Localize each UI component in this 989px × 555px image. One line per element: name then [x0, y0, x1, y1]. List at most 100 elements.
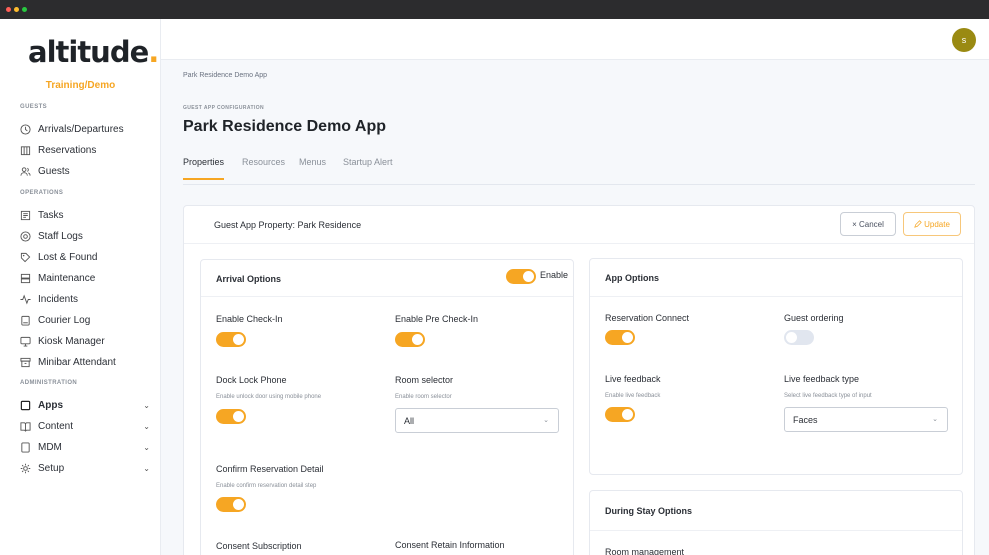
- sidebar-item-lost-found[interactable]: Lost & Found: [20, 248, 150, 266]
- divider: [590, 296, 962, 297]
- building-icon: [20, 145, 31, 155]
- guest-ordering-label: Guest ordering: [784, 313, 844, 323]
- room-selector-label: Room selector: [395, 375, 454, 385]
- sidebar-item-reservations[interactable]: Reservations: [20, 141, 150, 159]
- book-icon: [20, 421, 31, 432]
- sidebar-item-label: Apps: [38, 399, 63, 411]
- arrival-enable-toggle[interactable]: [506, 269, 536, 284]
- dock-lock-help: Enable unlock door using mobile phone: [216, 394, 322, 400]
- chevron-down-icon[interactable]: ⌄: [143, 443, 150, 452]
- room-selector-value: All: [404, 415, 415, 426]
- pre-check-in-toggle[interactable]: [395, 332, 425, 347]
- room-management-label: Room management: [605, 547, 685, 555]
- server-icon: [20, 273, 31, 283]
- clipboard-icon: [21, 315, 30, 326]
- archive-icon: [20, 357, 31, 367]
- sidebar-item-arrivals-departures[interactable]: Arrivals/Departures: [20, 120, 150, 138]
- sidebar-item-label: Kiosk Manager: [38, 335, 105, 347]
- live-feedback-toggle[interactable]: [605, 407, 635, 422]
- live-feedback-help: Enable live feedback: [605, 393, 661, 399]
- room-selector-help: Enable room selector: [395, 394, 452, 400]
- chevron-down-icon[interactable]: ⌄: [143, 464, 150, 473]
- panel-title: App Options: [605, 273, 659, 283]
- sidebar-item-guests[interactable]: Guests: [20, 162, 150, 180]
- sidebar-item-maintenance[interactable]: Maintenance: [20, 269, 150, 287]
- dock-lock-toggle[interactable]: [216, 409, 246, 424]
- pencil-icon: [914, 220, 922, 228]
- users-icon: [20, 166, 31, 176]
- logo-dot: .: [148, 35, 159, 69]
- chevron-down-icon[interactable]: ⌄: [143, 422, 150, 431]
- sidebar: altitude. Training/Demo GUESTS Arrivals/…: [0, 19, 161, 555]
- sidebar-item-label: Reservations: [38, 144, 97, 156]
- divider: [184, 243, 974, 244]
- sidebar-item-label: Arrivals/Departures: [38, 123, 124, 135]
- section-guests: GUESTS: [20, 104, 48, 110]
- window-titlebar: [0, 0, 989, 19]
- maximize-window-icon[interactable]: [22, 7, 27, 12]
- feedback-type-value: Faces: [793, 414, 818, 425]
- chevron-down-icon[interactable]: ⌄: [143, 401, 150, 410]
- dock-lock-label: Dock Lock Phone: [216, 375, 287, 385]
- sidebar-item-setup[interactable]: Setup ⌄: [20, 459, 150, 477]
- tab-properties[interactable]: Properties: [183, 157, 225, 180]
- sidebar-item-staff-logs[interactable]: Staff Logs: [20, 227, 150, 245]
- update-label: Update: [924, 219, 950, 229]
- panel-title: During Stay Options: [605, 506, 693, 516]
- sidebar-item-apps[interactable]: Apps ⌄: [20, 396, 150, 414]
- sidebar-item-label: Lost & Found: [38, 251, 98, 263]
- sidebar-item-label: Minibar Attendant: [38, 356, 116, 368]
- tag-icon: [20, 252, 31, 262]
- sidebar-item-mdm[interactable]: MDM ⌄: [20, 438, 150, 456]
- minimize-window-icon[interactable]: [14, 7, 19, 12]
- sidebar-item-content[interactable]: Content ⌄: [20, 417, 150, 435]
- sidebar-item-incidents[interactable]: Incidents: [20, 290, 150, 308]
- sidebar-item-minibar-attendant[interactable]: Minibar Attendant: [20, 353, 150, 371]
- tab-menus[interactable]: Menus: [299, 157, 326, 178]
- activity-icon: [20, 294, 31, 304]
- confirm-reservation-toggle[interactable]: [216, 497, 246, 512]
- panel-title: Arrival Options: [216, 274, 282, 284]
- brand-logo[interactable]: altitude.: [28, 35, 159, 69]
- sidebar-item-label: Incidents: [38, 293, 79, 305]
- square-icon: [20, 400, 31, 410]
- reservation-connect-label: Reservation Connect: [605, 313, 690, 323]
- feedback-type-help: Select live feedback type of input: [784, 393, 872, 399]
- feedback-type-label: Live feedback type: [784, 374, 860, 384]
- gear-icon: [20, 463, 31, 473]
- close-window-icon[interactable]: [6, 7, 11, 12]
- arrival-options-panel: Arrival Options Enable Enable Check-In E…: [200, 259, 574, 555]
- sidebar-item-courier-log[interactable]: Courier Log: [20, 311, 150, 329]
- guest-ordering-toggle[interactable]: [784, 330, 814, 345]
- page-title: Park Residence Demo App: [183, 118, 387, 135]
- consent-subscription-label: Consent Subscription: [216, 541, 302, 551]
- app-options-panel: App Options Reservation Connect Guest or…: [589, 258, 963, 475]
- clock-icon: [20, 123, 31, 135]
- check-in-toggle[interactable]: [216, 332, 246, 347]
- cancel-button[interactable]: × Cancel: [840, 212, 896, 236]
- tab-resources[interactable]: Resources: [242, 157, 285, 178]
- breadcrumb[interactable]: Park Residence Demo App: [183, 72, 267, 79]
- confirm-reservation-label: Confirm Reservation Detail: [216, 464, 324, 474]
- tab-bar: Properties Resources Menus Startup Alert: [183, 157, 975, 185]
- update-button[interactable]: Update: [903, 212, 961, 236]
- sidebar-item-label: MDM: [38, 441, 62, 453]
- sidebar-item-label: Guests: [38, 165, 70, 177]
- check-in-label: Enable Check-In: [216, 314, 283, 324]
- sidebar-item-kiosk-manager[interactable]: Kiosk Manager: [20, 332, 150, 350]
- section-administration: ADMINISTRATION: [20, 380, 78, 386]
- reservation-connect-toggle[interactable]: [605, 330, 635, 345]
- sidebar-item-tasks[interactable]: Tasks: [20, 206, 150, 224]
- tab-startup-alert[interactable]: Startup Alert: [343, 157, 393, 178]
- divider: [590, 530, 962, 531]
- consent-retain-label: Consent Retain Information: [395, 540, 505, 550]
- enable-label: Enable: [540, 270, 569, 280]
- property-card: Guest App Property: Park Residence × Can…: [183, 205, 975, 555]
- avatar[interactable]: s: [952, 28, 976, 52]
- room-selector-select[interactable]: All ⌄: [395, 408, 559, 433]
- feedback-type-select[interactable]: Faces ⌄: [784, 407, 948, 432]
- sidebar-item-label: Courier Log: [38, 314, 91, 326]
- sidebar-item-label: Content: [38, 420, 74, 432]
- sidebar-item-label: Tasks: [38, 209, 64, 221]
- main-content: Park Residence Demo App GUEST APP CONFIG…: [161, 60, 989, 555]
